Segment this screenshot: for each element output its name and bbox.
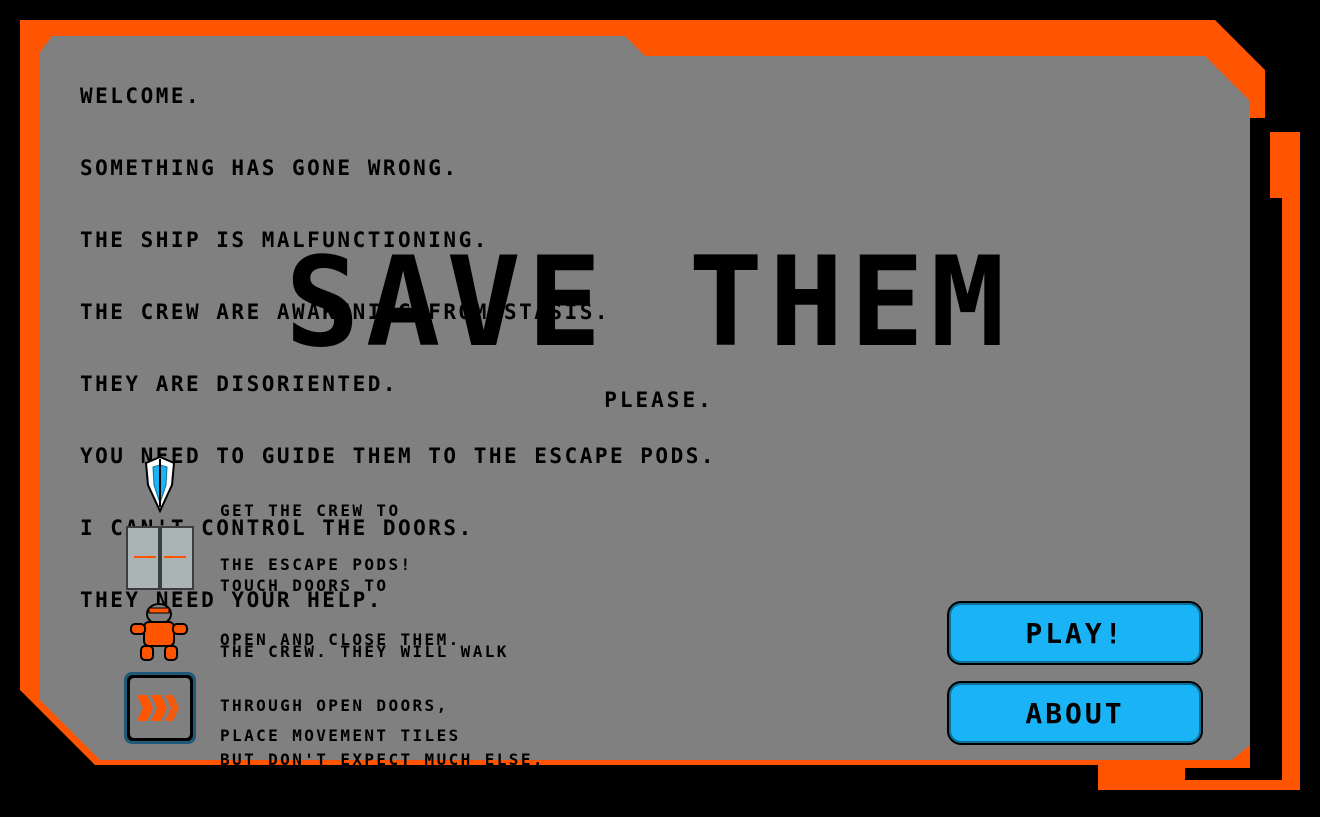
crew-member-icon [130,603,188,661]
game-title: SAVE THEM [285,231,1011,375]
intro-line: SOMETHING HAS GONE WRONG. [80,156,459,180]
legend-text-tiles: PLACE MOVEMENT TILES TO REDIRECT THE CRE… [220,691,473,817]
legend-line: PLACE MOVEMENT TILES [220,726,461,745]
about-button[interactable]: ABOUT [947,681,1203,745]
legend-line: TOUCH DOORS TO [220,576,389,595]
legend-line: GET THE CREW TO [220,501,401,520]
movement-tile-icon[interactable] [123,671,197,745]
intro-line: WELCOME. [80,84,202,108]
escape-pod-icon [144,455,176,513]
legend-line: THE CREW. THEY WILL WALK [220,642,509,661]
play-button[interactable]: PLAY! [947,601,1203,665]
subtitle: PLEASE. [604,388,714,412]
door-icon [126,526,194,590]
legend-line: TO REDIRECT THE CREW. [220,780,473,799]
